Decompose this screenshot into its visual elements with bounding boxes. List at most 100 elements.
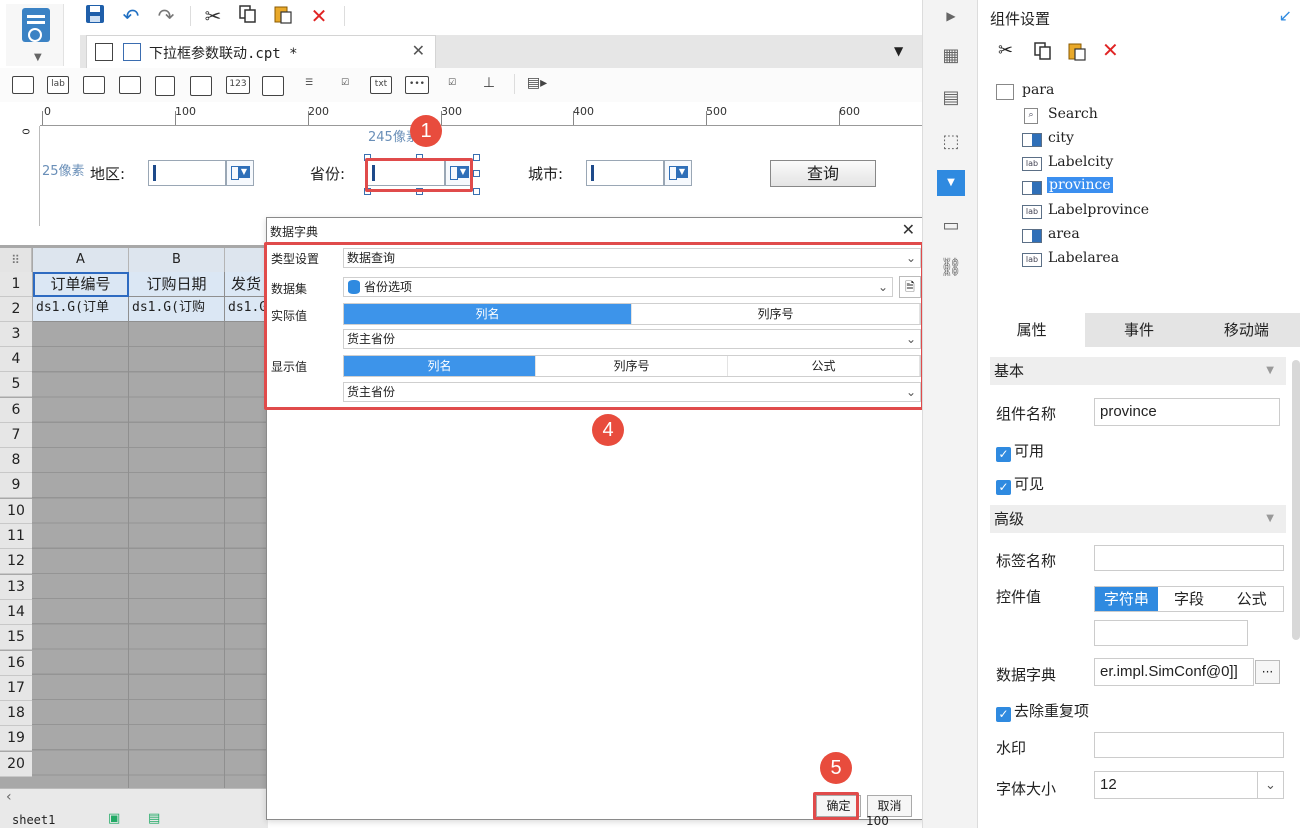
chevron-down-icon[interactable]: ⌄ <box>1257 772 1283 798</box>
tree-node-search[interactable]: Search <box>1048 106 1098 122</box>
form-icon[interactable]: ▭ <box>939 214 963 238</box>
row-header[interactable]: 11 <box>0 524 32 549</box>
tree-node-labelprovince[interactable]: Labelprovince <box>1048 202 1149 218</box>
city-dropdown-button[interactable] <box>664 160 692 186</box>
cell-c1[interactable]: 发货 <box>225 272 268 297</box>
sheet-tab[interactable]: sheet1 <box>12 813 55 827</box>
row-header[interactable]: 12 <box>0 549 32 574</box>
cell-b2[interactable]: ds1.G(订购 <box>129 297 225 322</box>
control-value-input[interactable] <box>1094 620 1248 646</box>
row-header[interactable]: 8 <box>0 448 32 473</box>
panel-scrollbar[interactable] <box>1292 360 1300 640</box>
tag-name-field[interactable] <box>1094 545 1284 571</box>
paste-icon[interactable] <box>1066 40 1088 66</box>
dictionary-edit-button[interactable]: ··· <box>1255 660 1280 684</box>
paste-icon[interactable] <box>270 3 296 29</box>
cell-c2[interactable]: ds1.G <box>225 297 268 322</box>
delete-icon[interactable]: ✕ <box>1102 38 1119 62</box>
query-button[interactable]: 查询 <box>770 160 876 187</box>
tree-widget-icon[interactable]: ⊥ <box>478 76 500 94</box>
cell-b1[interactable]: 订购日期 <box>129 272 225 297</box>
row-header[interactable]: 5 <box>0 372 32 397</box>
widget-settings-icon[interactable]: ▼ <box>937 170 965 196</box>
textarea-widget-icon[interactable] <box>262 76 284 96</box>
app-menu-button[interactable]: ▼ <box>6 4 64 66</box>
control-value-mode[interactable]: 字符串 字段 公式 <box>1094 586 1284 612</box>
cell-a1[interactable]: 订单编号 <box>33 272 129 297</box>
tree-node-para[interactable]: para <box>1022 82 1054 98</box>
section-basic[interactable]: 基本 ▼ <box>990 357 1286 385</box>
copy-icon[interactable] <box>1032 40 1054 66</box>
row-header[interactable]: 19 <box>0 726 32 751</box>
close-icon[interactable]: ✕ <box>902 220 915 239</box>
component-name-field[interactable]: province <box>1094 398 1280 426</box>
date-widget-icon[interactable] <box>190 76 212 96</box>
undo-icon[interactable]: ↶ <box>118 3 144 29</box>
row-header[interactable]: 7 <box>0 423 32 448</box>
frame-icon[interactable]: ⬚ <box>939 130 963 154</box>
radio-group-icon[interactable]: ☰ <box>298 76 320 96</box>
tab-mobile[interactable]: 移动端 <box>1193 313 1300 347</box>
widget-library-icon[interactable]: ▤ <box>939 86 963 110</box>
expand-icon[interactable]: ▶ <box>939 4 963 28</box>
cell-a2[interactable]: ds1.G(订单 <box>33 297 129 322</box>
number-widget-icon[interactable]: 123 <box>226 76 250 94</box>
delete-icon[interactable]: ✕ <box>306 3 332 29</box>
row-header[interactable]: 9 <box>0 473 32 498</box>
tree-node-city[interactable]: city <box>1048 130 1074 146</box>
row-header[interactable]: 20 <box>0 752 32 777</box>
tab-menu-icon[interactable]: ▼ <box>894 44 903 58</box>
text-widget-icon[interactable]: txt <box>370 76 392 94</box>
enabled-checkbox[interactable]: ✓ 可用 <box>996 440 1044 462</box>
row-header[interactable]: 18 <box>0 701 32 726</box>
save-icon[interactable] <box>82 3 108 29</box>
column-header-a[interactable]: A <box>33 248 129 272</box>
row-header[interactable]: 10 <box>0 499 32 524</box>
tree-node-labelarea[interactable]: Labelarea <box>1048 250 1119 266</box>
dedupe-checkbox[interactable]: ✓ 去除重复项 <box>996 700 1089 722</box>
row-header[interactable]: 17 <box>0 676 32 701</box>
scroll-left-icon[interactable]: ‹ <box>6 789 12 805</box>
dictionary-field[interactable]: er.impl.SimConf@0]] <box>1094 658 1254 686</box>
checkbox-widget-icon[interactable]: ☑ <box>441 76 463 94</box>
row-header[interactable]: 16 <box>0 651 32 676</box>
redo-icon[interactable]: ↷ <box>153 3 179 29</box>
area-input[interactable] <box>148 160 226 186</box>
tab-close-icon[interactable]: ✕ <box>412 41 425 60</box>
tree-node-province[interactable]: province <box>1047 177 1113 193</box>
control-mode-field[interactable]: 字段 <box>1158 587 1221 611</box>
add-form-sheet-icon[interactable]: ▤ <box>148 811 160 826</box>
list-widget-icon[interactable] <box>155 76 175 96</box>
row-header[interactable]: 15 <box>0 625 32 650</box>
visible-checkbox[interactable]: ✓ 可见 <box>996 473 1044 495</box>
control-mode-string[interactable]: 字符串 <box>1095 587 1158 611</box>
row-header[interactable]: 3 <box>0 322 32 347</box>
label-widget-icon[interactable]: lab <box>47 76 69 94</box>
section-advanced[interactable]: 高级 ▼ <box>990 505 1286 533</box>
tab-report-file[interactable]: 下拉框参数联动.cpt * ✕ <box>86 35 436 68</box>
font-size-select[interactable]: 12 ⌄ <box>1094 771 1284 799</box>
cut-icon[interactable]: ✂ <box>200 3 226 29</box>
add-sheet-icon[interactable]: ▣ <box>108 811 120 826</box>
copy-icon[interactable] <box>235 3 261 29</box>
row-header[interactable]: 2 <box>0 297 32 322</box>
tab-properties[interactable]: 属性 <box>978 313 1086 347</box>
control-mode-formula[interactable]: 公式 <box>1220 587 1283 611</box>
column-header-c[interactable] <box>225 248 268 272</box>
area-dropdown-button[interactable] <box>226 160 254 186</box>
link-icon[interactable]: ⛓ <box>939 256 963 280</box>
column-header-b[interactable]: B <box>129 248 225 272</box>
grid-body[interactable] <box>32 322 268 788</box>
row-header[interactable]: 14 <box>0 600 32 625</box>
row-header[interactable]: 6 <box>0 398 32 423</box>
textbox-widget-icon[interactable] <box>83 76 105 94</box>
password-widget-icon[interactable]: ••• <box>405 76 429 94</box>
city-input[interactable] <box>586 160 664 186</box>
row-header[interactable]: 13 <box>0 575 32 600</box>
tree-node-labelcity[interactable]: Labelcity <box>1048 154 1113 170</box>
watermark-field[interactable] <box>1094 732 1284 758</box>
select-all-corner[interactable]: ⠿ <box>0 248 32 272</box>
button-widget-icon[interactable] <box>12 76 34 94</box>
tab-events[interactable]: 事件 <box>1085 313 1192 347</box>
combobox-widget-icon[interactable] <box>119 76 141 94</box>
